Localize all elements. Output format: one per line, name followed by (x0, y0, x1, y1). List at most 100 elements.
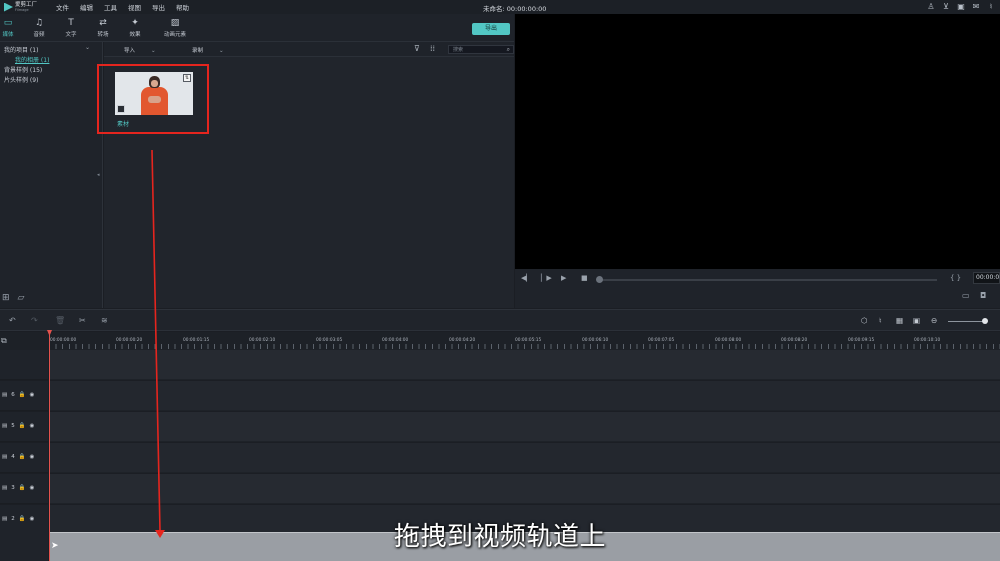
sidebar-item-my-project[interactable]: 我的项目 (1) (4, 45, 38, 54)
add-track-icon[interactable]: ⧉ (1, 336, 7, 346)
search-input[interactable]: 搜索 ⌕ (448, 45, 514, 54)
stop-icon[interactable]: ■ (581, 274, 588, 282)
chevron-down-icon[interactable]: ⌄ (85, 44, 90, 51)
display-settings-icon[interactable]: ▭ (962, 291, 970, 300)
menu-tools[interactable]: 工具 (104, 2, 117, 12)
text-icon: T (68, 18, 74, 28)
lock-icon[interactable]: 🔒 (19, 454, 26, 460)
marker-icon[interactable]: ⬡ (861, 316, 868, 325)
delete-icon[interactable]: 🗑 (55, 316, 65, 325)
menu-help[interactable]: 帮助 (176, 2, 189, 12)
menu-bar: 爱剪工厂 Filmage 文件 编辑 工具 视图 导出 帮助 未命名: 00:0… (0, 0, 1000, 14)
mark-in-out-icon[interactable]: { } (950, 274, 961, 282)
filter-icon[interactable]: ⊽ (414, 44, 420, 53)
grid-view-icon[interactable]: ⁞⁞ (430, 44, 435, 53)
zoom-slider-knob[interactable] (982, 318, 988, 324)
redo-icon[interactable]: ↷ (31, 316, 38, 325)
snapshot-icon[interactable]: ◘ (980, 291, 986, 300)
clip-thumbnail[interactable]: ⇅ (115, 72, 193, 115)
collapse-handle-icon[interactable]: ◂ (97, 172, 100, 178)
export-button[interactable]: 导出 (472, 23, 510, 35)
sidebar-item-background-samples[interactable]: 背景样例 (15) (4, 65, 42, 74)
chevron-down-icon: ⌄ (151, 48, 156, 54)
tab-text[interactable]: T 文字 (56, 18, 86, 38)
timeline-toolbar: ↶ ↷ 🗑 ✂ ≋ ⬡ ♮ ▦ ▣ ⊖ (0, 309, 1000, 331)
menu-edit[interactable]: 编辑 (80, 2, 93, 12)
fit-icon[interactable]: ▣ (913, 316, 920, 325)
ruler-label: 00:00:00:00 (50, 338, 77, 343)
clip-highlight-box: ⇅ 素材 (97, 64, 209, 134)
tab-media[interactable]: ▭ 媒体 (0, 18, 23, 38)
logo-icon (4, 2, 13, 12)
ruler-label: 00:00:02:10 (249, 338, 276, 343)
ruler-label: 00:00:03:05 (316, 338, 343, 343)
tab-transition[interactable]: ⇄ 转场 (88, 18, 118, 38)
voiceover-icon[interactable]: ▦ (896, 316, 903, 325)
track-number: 6 (11, 392, 15, 398)
tab-effects[interactable]: ✦ 效果 (120, 18, 150, 38)
video-track[interactable] (49, 412, 1000, 442)
save-icon[interactable]: ▣ (957, 2, 965, 11)
search-icon[interactable]: ⌕ (507, 46, 510, 54)
video-track[interactable] (49, 381, 1000, 411)
video-track-icon: ▤ (2, 423, 8, 429)
prev-frame-icon[interactable]: ◀▏ (521, 274, 532, 282)
lock-icon[interactable]: 🔒 (19, 392, 26, 398)
tab-audio[interactable]: ♫ 音频 (24, 18, 54, 38)
eye-icon[interactable]: ◉ (30, 392, 35, 398)
playback-progress-knob[interactable] (596, 276, 603, 283)
video-track[interactable] (49, 443, 1000, 473)
library-sidebar: 我的项目 (1) ⌄ 我的相册 (1) 背景样例 (15) 片头样例 (9) ◂… (0, 42, 103, 308)
image-icon: ▨ (170, 18, 180, 28)
adjust-icon[interactable]: ≋ (101, 316, 108, 325)
add-folder-icon[interactable]: ⊞ (2, 293, 10, 303)
ruler-label: 00:00:07:05 (648, 338, 675, 343)
ruler-label: 00:00:09:15 (848, 338, 875, 343)
tutorial-caption: 拖拽到视频轨道上 (393, 522, 606, 552)
mic-icon[interactable]: ♮ (987, 2, 995, 11)
playback-progress-track[interactable] (599, 279, 937, 281)
media-header: 导入 ⌄ 录制 ⌄ ⊽ ⁞⁞ 搜索 ⌕ (104, 42, 514, 57)
timeline-ruler[interactable]: ⧉ 00:00:00:00 00:00:00:20 00:00:01:15 00… (0, 332, 1000, 350)
user-icon[interactable]: ♙ (927, 2, 935, 11)
import-dropdown[interactable]: 导入 ⌄ (124, 46, 156, 54)
ruler-label: 00:00:01:15 (183, 338, 210, 343)
microphone-icon[interactable]: ♮ (879, 316, 882, 325)
track-number: 4 (11, 454, 15, 460)
lock-icon[interactable]: 🔒 (19, 423, 26, 429)
chevron-down-icon: ⌄ (219, 48, 224, 54)
ruler-label: 00:00:04:20 (449, 338, 476, 343)
lock-icon[interactable]: 🔒 (19, 485, 26, 491)
menu-view[interactable]: 视图 (128, 2, 141, 12)
ruler-label: 00:00:06:10 (582, 338, 609, 343)
cut-icon[interactable]: ✂ (79, 316, 86, 325)
mail-icon[interactable]: ✉ (972, 2, 980, 11)
rewind-icon[interactable]: ▏▶ (541, 274, 552, 282)
eye-icon[interactable]: ◉ (30, 485, 35, 491)
ruler-label: 00:00:10:10 (914, 338, 941, 343)
menu-file[interactable]: 文件 (56, 2, 69, 12)
eye-icon[interactable]: ◉ (30, 454, 35, 460)
zoom-out-icon[interactable]: ⊖ (931, 316, 937, 325)
eye-icon[interactable]: ◉ (30, 423, 35, 429)
checkbox-icon[interactable]: ⇅ (183, 74, 191, 82)
music-icon: ♫ (34, 18, 44, 28)
record-dropdown[interactable]: 录制 ⌄ (192, 46, 224, 54)
sidebar-item-my-album[interactable]: 我的相册 (1) (15, 55, 49, 64)
folder-icon[interactable]: ▱ (18, 293, 25, 303)
play-icon[interactable]: ▶ (561, 274, 566, 282)
logo-subtext: Filmage (15, 7, 29, 12)
video-track[interactable] (49, 474, 1000, 504)
tab-elements[interactable]: ▨ 动画元素 (160, 18, 190, 38)
app-logo: 爱剪工厂 Filmage (4, 2, 44, 12)
cart-icon[interactable]: ⊻ (942, 2, 950, 11)
undo-icon[interactable]: ↶ (9, 316, 16, 325)
video-track-icon: ▤ (2, 454, 8, 460)
clip-label: 素材 (117, 121, 130, 128)
sidebar-item-intro-samples[interactable]: 片头样例 (9) (4, 75, 38, 84)
menu-export[interactable]: 导出 (152, 2, 165, 12)
timecode-display: 00:00:00:00 (973, 272, 1000, 284)
zoom-slider[interactable] (948, 321, 986, 322)
transition-icon: ⇄ (99, 18, 107, 28)
ruler-label: 00:00:00:20 (116, 338, 143, 343)
